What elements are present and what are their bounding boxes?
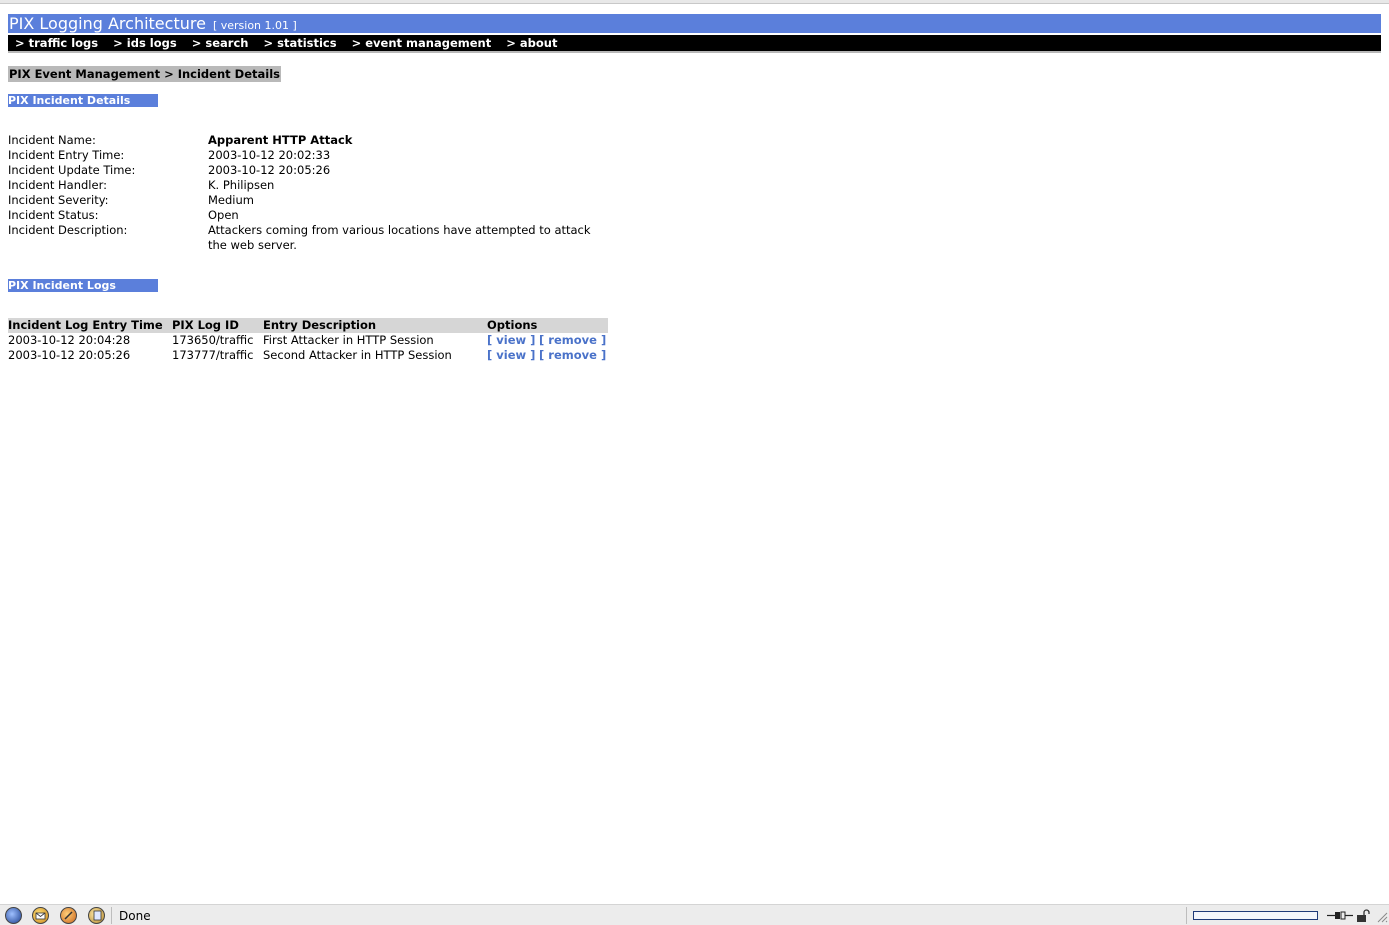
composer-icon[interactable] xyxy=(60,907,77,924)
browser-top-strip xyxy=(0,0,1389,4)
incident-severity-value: Medium xyxy=(208,193,254,207)
view-link[interactable]: [ view ] xyxy=(487,348,535,362)
logs-table-header: Incident Log Entry Time PIX Log ID Entry… xyxy=(8,318,608,333)
progress-bar xyxy=(1193,911,1318,920)
app-header: PIX Logging Architecture [ version 1.01 … xyxy=(8,14,1381,33)
incident-description-value: Attackers coming from various locations … xyxy=(208,223,591,252)
main-nav: > traffic logs > ids logs > search > sta… xyxy=(8,35,1381,51)
col-entry-time: Incident Log Entry Time xyxy=(8,318,163,332)
incident-details-header: PIX Incident Details xyxy=(8,94,158,107)
table-row: 2003-10-12 20:05:26 173777/traffic Secon… xyxy=(8,348,608,363)
incident-handler-value: K. Philipsen xyxy=(208,178,275,192)
nav-search[interactable]: > search xyxy=(192,36,249,50)
unlocked-icon[interactable] xyxy=(1356,909,1370,922)
incident-logs-header: PIX Incident Logs xyxy=(8,279,158,292)
nav-traffic-logs[interactable]: > traffic logs xyxy=(15,36,98,50)
incident-status-label: Incident Status: xyxy=(8,208,99,222)
incident-entry-time-label: Incident Entry Time: xyxy=(8,148,125,162)
incident-update-time-value: 2003-10-12 20:05:26 xyxy=(208,163,331,177)
incident-name-label: Incident Name: xyxy=(8,133,96,147)
connection-icon xyxy=(1327,911,1353,920)
incident-description-label: Incident Description: xyxy=(8,223,128,237)
incident-name-value: Apparent HTTP Attack xyxy=(208,133,353,147)
log-options: [ view ] [ remove ] xyxy=(487,333,606,348)
nav-event-management[interactable]: > event management xyxy=(352,36,492,50)
address-book-icon[interactable] xyxy=(88,907,105,924)
status-divider xyxy=(1186,907,1187,924)
log-id: 173777/traffic xyxy=(172,348,254,362)
incident-handler-label: Incident Handler: xyxy=(8,178,107,192)
log-id: 173650/traffic xyxy=(172,333,254,347)
log-description: First Attacker in HTTP Session xyxy=(263,333,434,347)
log-entry-time: 2003-10-12 20:04:28 xyxy=(8,333,131,347)
incident-entry-time-value: 2003-10-12 20:02:33 xyxy=(208,148,331,162)
breadcrumb: PIX Event Management > Incident Details xyxy=(8,66,281,82)
nav-about[interactable]: > about xyxy=(506,36,557,50)
mail-icon[interactable] xyxy=(32,907,49,924)
app-version: [ version 1.01 ] xyxy=(212,18,297,32)
col-log-id: PIX Log ID xyxy=(172,318,239,332)
app-title: PIX Logging Architecture xyxy=(9,14,206,33)
browser-status-bar: Done xyxy=(0,904,1389,925)
incident-severity-label: Incident Severity: xyxy=(8,193,109,207)
view-link[interactable]: [ view ] xyxy=(487,333,535,347)
remove-link[interactable]: [ remove ] xyxy=(539,333,606,347)
log-options: [ view ] [ remove ] xyxy=(487,348,606,363)
status-divider xyxy=(111,907,112,924)
log-entry-time: 2003-10-12 20:05:26 xyxy=(8,348,131,362)
navigator-icon[interactable] xyxy=(5,907,22,924)
log-description: Second Attacker in HTTP Session xyxy=(263,348,452,362)
status-text: Done xyxy=(119,909,151,923)
incident-update-time-label: Incident Update Time: xyxy=(8,163,136,177)
nav-divider xyxy=(8,51,1381,53)
remove-link[interactable]: [ remove ] xyxy=(539,348,606,362)
table-row: 2003-10-12 20:04:28 173650/traffic First… xyxy=(8,333,608,348)
col-entry-description: Entry Description xyxy=(263,318,377,332)
nav-statistics[interactable]: > statistics xyxy=(263,36,336,50)
nav-ids-logs[interactable]: > ids logs xyxy=(113,36,177,50)
incident-status-value: Open xyxy=(208,208,239,222)
resize-grip-icon[interactable] xyxy=(1377,912,1388,923)
col-options: Options xyxy=(487,318,538,332)
